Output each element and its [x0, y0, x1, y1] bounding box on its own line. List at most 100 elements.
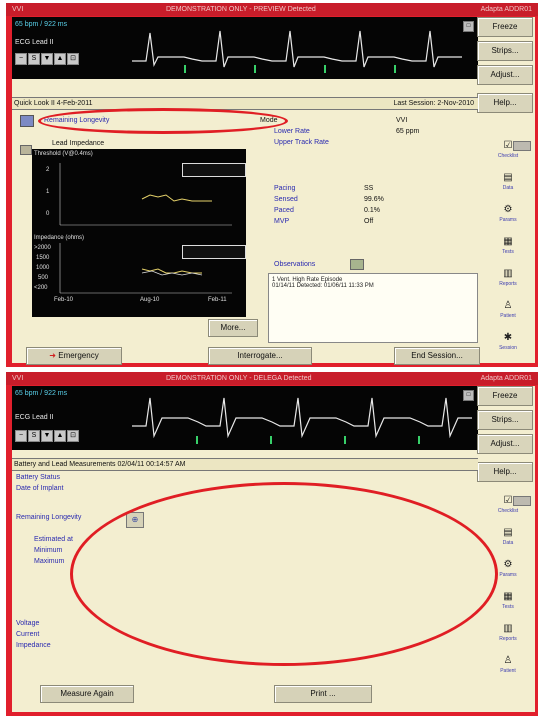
ecg-lead[interactable]: ECG Lead II	[15, 414, 54, 421]
down-icon[interactable]: ▼	[41, 430, 53, 442]
observations-label: Observations	[274, 261, 316, 268]
help-button[interactable]: Help...	[477, 93, 533, 113]
gain-icon[interactable]: S	[28, 430, 40, 442]
up-icon[interactable]: ▲	[54, 430, 66, 442]
ecg-strip: 65 bpm / 922 ms ECG Lead II − S ▼ ▲ ⊡ □	[12, 386, 478, 450]
ecg-options-icon[interactable]: □	[463, 390, 474, 401]
lead-impedance-label: Lead Impedance	[52, 140, 105, 147]
tool-tests[interactable]: ▦ Tests	[483, 235, 533, 267]
freeze-button[interactable]: Freeze	[477, 386, 533, 406]
date-of-implant-label: Date of Implant	[16, 485, 64, 492]
help-button[interactable]: Help...	[477, 462, 533, 482]
maximum-label: Maximum	[34, 558, 65, 565]
down-icon[interactable]: ▼	[41, 53, 53, 65]
data-icon: ▤	[503, 172, 513, 183]
calibrate-icon[interactable]: ⊡	[67, 53, 79, 65]
demo-title: DEMONSTRATION ONLY - PREVIEW Detected	[166, 6, 316, 13]
current-label: Current	[16, 631, 40, 638]
minimum-label: Minimum	[34, 547, 63, 554]
demo-title: DEMONSTRATION ONLY - DELEGA Detected	[166, 375, 312, 382]
mvp-value: Off	[364, 218, 374, 225]
reports-icon: ▥	[503, 623, 513, 634]
voltage-label: Voltage	[16, 620, 40, 627]
last-session: Last Session: 2-Nov-2010	[393, 100, 474, 107]
tool-patient[interactable]: ♙ Patient	[483, 654, 533, 686]
ecg-waveform	[132, 30, 462, 73]
impedance-label: Impedance	[16, 642, 51, 649]
print-button[interactable]: Print ...	[274, 685, 372, 703]
lower-rate-label[interactable]: Lower Rate	[274, 128, 310, 135]
toolbar-grip[interactable]	[513, 496, 531, 506]
trend-graphs: Threshold (V@0.4ms) 2 1 0 Impedance (ohm…	[32, 149, 246, 317]
decrease-icon[interactable]: −	[15, 430, 27, 442]
device-title: Adapta ADDR01	[480, 375, 532, 382]
tool-params[interactable]: ⚙ Params	[483, 203, 533, 235]
mode-title: VVI	[12, 6, 24, 13]
gain-icon[interactable]: S	[28, 53, 40, 65]
upper-track-label[interactable]: Upper Track Rate	[274, 139, 329, 146]
title-bar: VVI DEMONSTRATION ONLY - PREVIEW Detecte…	[6, 3, 538, 16]
data-icon: ▤	[503, 527, 513, 538]
lower-rate-value: 65 ppm	[396, 128, 420, 135]
threshold-legend[interactable]	[182, 163, 246, 177]
measurements-heading: Battery and Lead Measurements 02/04/11 0…	[14, 461, 186, 468]
up-icon[interactable]: ▲	[54, 53, 66, 65]
pacing-label[interactable]: Pacing	[274, 185, 295, 192]
adjust-button[interactable]: Adjust...	[477, 65, 533, 85]
annotation-ellipse	[38, 108, 288, 134]
patient-icon: ♙	[503, 655, 513, 666]
measurements-heading-bar: Battery and Lead Measurements 02/04/11 0…	[12, 458, 478, 471]
annotation-ellipse	[70, 482, 498, 666]
battery-status-label: Battery Status	[16, 474, 60, 481]
emergency-label: Emergency	[58, 351, 99, 360]
paced-label: Paced	[274, 207, 294, 214]
device-title: Adapta ADDR01	[480, 6, 532, 13]
task-toolbar: ☑ Checklist ▤ Data ⚙ Params ▦ Tests ▥ Reports…	[483, 139, 533, 363]
tool-reports[interactable]: ▥ Reports	[483, 267, 533, 299]
interrogate-button[interactable]: Interrogate...	[208, 347, 312, 365]
mode-title: VVI	[12, 375, 24, 382]
tool-patient[interactable]: ♙ Patient	[483, 299, 533, 331]
right-button-column: Freeze Strips... Adjust... Help...	[477, 17, 533, 117]
params-icon: ⚙	[503, 204, 513, 215]
tool-data[interactable]: ▤ Data	[483, 171, 533, 203]
ecg-strip: 65 bpm / 922 ms ECG Lead II − S ▼ ▲ ⊡ □	[12, 17, 478, 79]
ecg-controls: − S ▼ ▲ ⊡	[15, 430, 79, 442]
observations-icon[interactable]	[350, 259, 364, 270]
programmer-screen-battery: VVI DEMONSTRATION ONLY - DELEGA Detected…	[6, 372, 538, 716]
paced-value: 0.1%	[364, 207, 380, 214]
toolbar-grip[interactable]	[513, 141, 531, 151]
tool-reports[interactable]: ▥ Reports	[483, 622, 533, 654]
adjust-button[interactable]: Adjust...	[477, 434, 533, 454]
end-session-button[interactable]: End Session...	[394, 347, 480, 365]
estimated-at-label: Estimated at	[34, 536, 73, 543]
emergency-arrow-icon: ➜	[49, 351, 56, 360]
ecg-options-icon[interactable]: □	[463, 21, 474, 32]
battery-icon[interactable]	[20, 115, 34, 127]
mvp-label: MVP	[274, 218, 290, 225]
more-button[interactable]: More...	[208, 319, 258, 337]
strips-button[interactable]: Strips...	[477, 410, 533, 430]
reports-icon: ▥	[503, 268, 513, 279]
emergency-button[interactable]: ➜ Emergency	[26, 347, 122, 365]
ecg-rate: 65 bpm / 922 ms	[15, 390, 68, 397]
decrease-icon[interactable]: −	[15, 53, 27, 65]
tests-icon: ▦	[503, 236, 513, 247]
ecg-lead[interactable]: ECG Lead II	[15, 39, 54, 46]
observation-item[interactable]: 01/14/11 Detected: 01/06/11 11:33 PM	[272, 283, 474, 289]
ecg-controls: − S ▼ ▲ ⊡	[15, 53, 79, 65]
calibrate-icon[interactable]: ⊡	[67, 430, 79, 442]
graph-icon[interactable]	[20, 145, 32, 155]
impedance-legend[interactable]	[182, 245, 246, 259]
tool-session[interactable]: ✱ Session	[483, 331, 533, 363]
ecg-waveform	[132, 397, 472, 444]
measure-again-button[interactable]: Measure Again	[40, 685, 134, 703]
observations-list[interactable]: 1 Vent. High Rate Episode 01/14/11 Detec…	[268, 273, 478, 343]
sensed-label: Sensed	[274, 196, 298, 203]
strips-button[interactable]: Strips...	[477, 41, 533, 61]
mode-value: VVI	[396, 117, 408, 124]
sensed-value: 99.6%	[364, 196, 384, 203]
right-button-column: Freeze Strips... Adjust... Help...	[477, 386, 533, 486]
remaining-longevity-label: Remaining Longevity	[16, 514, 82, 521]
freeze-button[interactable]: Freeze	[477, 17, 533, 37]
